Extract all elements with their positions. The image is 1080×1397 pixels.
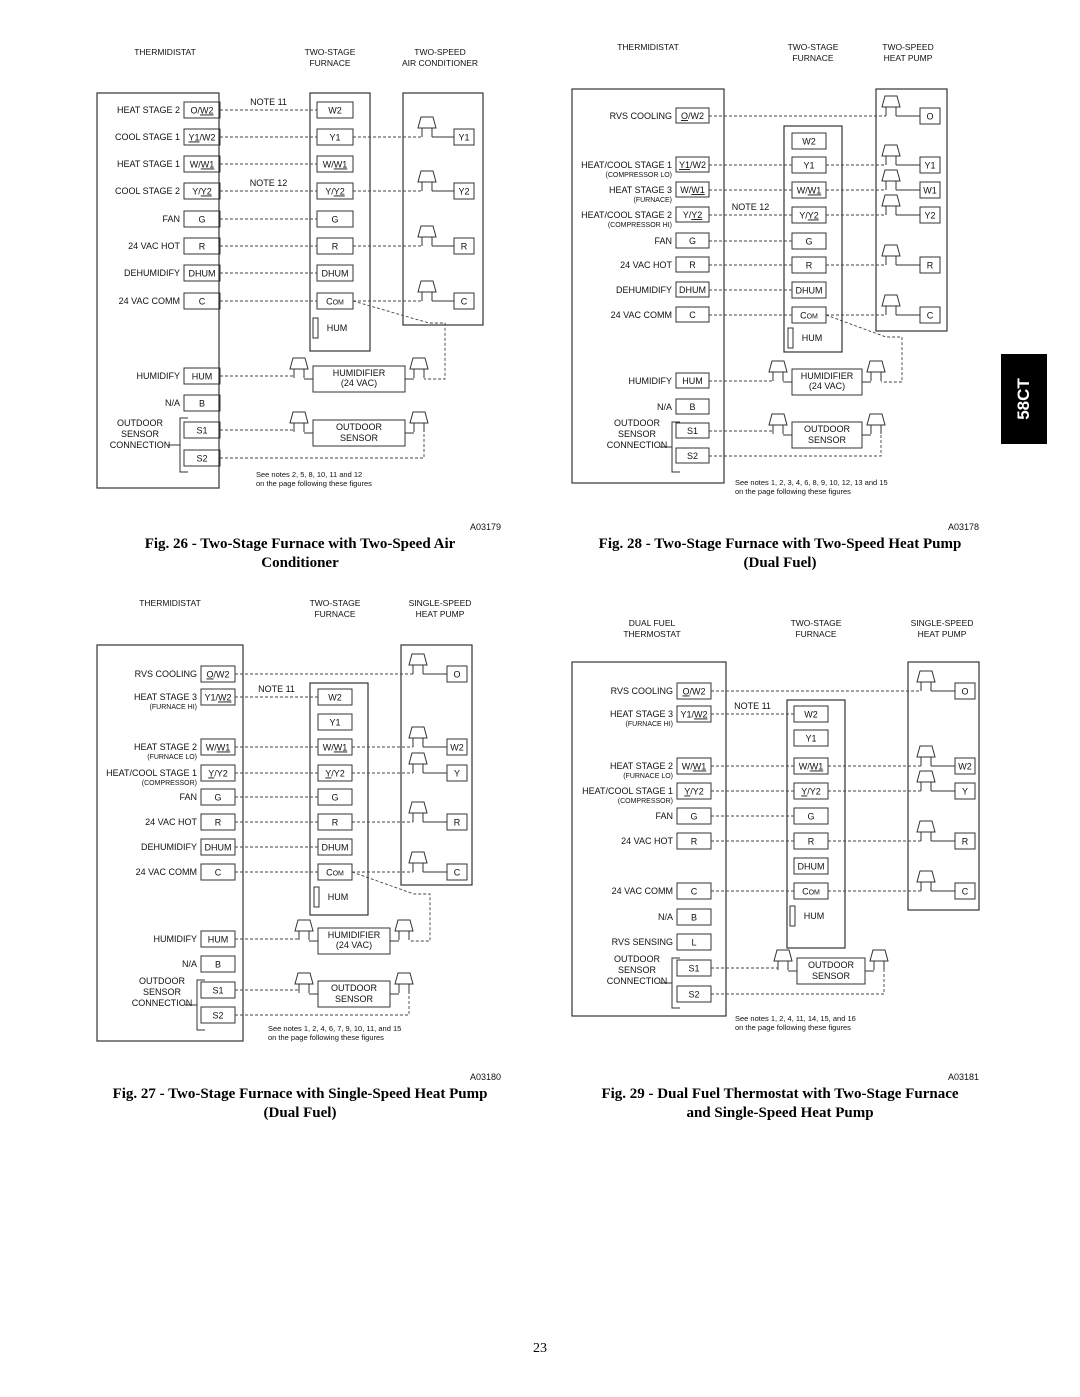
outdoor-terminal-y-label: Y	[962, 787, 968, 797]
thermostat-terminal-y-y2-label: Y/Y2	[684, 787, 704, 797]
figure-27-id: A03180	[470, 1072, 502, 1082]
furnace-terminal-w2-label: W2	[804, 710, 818, 720]
connector-plug-icon	[916, 670, 936, 683]
thermostat-terminal-l-label: L	[691, 938, 696, 948]
connector-plug-icon	[773, 949, 793, 962]
wire-s1-to-sensor	[711, 967, 779, 970]
furnace-terminal-y-y2-label: Y/Y2	[801, 787, 821, 797]
thermostat-header: THERMOSTAT	[623, 629, 680, 639]
figure-notes: See notes 1, 2, 4, 11, 14, 15, and 16	[735, 1014, 856, 1023]
thermostat-terminal-s2-label: S2	[688, 990, 699, 1000]
outdoor-sensor-connection-label: SENSOR	[618, 965, 657, 975]
figure-notes: on the page following these figures	[735, 1023, 851, 1032]
caption-line-1: Fig. 26 - Two-Stage Furnace with Two-Spe…	[144, 536, 456, 552]
thermostat-function-label: HEAT/COOL STAGE 1	[582, 786, 673, 796]
outdoor-terminal-w2-label: W2	[958, 762, 972, 772]
connector-plug-icon	[916, 745, 936, 758]
figure-28-caption: Fig. 28 - Two-Stage Furnace with Two-Spe…	[570, 535, 990, 573]
connector-plug-icon	[916, 870, 936, 883]
connector-plug-icon	[916, 770, 936, 783]
outdoor-sensor-connection-label: OUTDOOR	[614, 954, 660, 964]
outdoor-terminal-o-label: O	[961, 687, 968, 697]
outdoor-sensor-label: SENSOR	[812, 971, 851, 981]
outdoor-terminal-r-label: R	[962, 837, 969, 847]
caption-line-1: Fig. 27 - Two-Stage Furnace with Single-…	[112, 1086, 488, 1102]
thermostat-function-label: RVS SENSING	[612, 937, 673, 947]
thermostat-function-label: 24 VAC HOT	[621, 836, 673, 846]
thermostat-function-sublabel: (COMPRESSOR)	[618, 798, 673, 805]
figure-27-caption: Fig. 27 - Two-Stage Furnace with Single-…	[90, 1085, 510, 1123]
sensor-connection-bracket	[671, 957, 680, 1009]
furnace-terminal-dhum-label: DHUM	[798, 862, 825, 872]
furnace-hum-slot	[789, 905, 796, 927]
thermostat-terminal-c-label: C	[691, 887, 698, 897]
furnace-terminal-w-w1-label: W/W1	[799, 762, 824, 772]
figure-29-id: A03181	[948, 1072, 980, 1082]
thermostat-terminal-s1-label: S1	[688, 964, 699, 974]
thermostat-terminal-b-label: B	[691, 913, 697, 923]
wiring-note: NOTE 11	[734, 701, 771, 711]
thermostat-function-sublabel: (FURNACE LO)	[623, 773, 673, 780]
furnace-terminal-r-label: R	[808, 837, 815, 847]
outdoor-sensor-connection-label: CONNECTION	[607, 976, 668, 986]
thermostat-function-label: 24 VAC COMM	[612, 886, 673, 896]
thermostat-header: DUAL FUEL	[629, 618, 676, 628]
thermostat-function-label: N/A	[658, 912, 673, 922]
figure-29-wiring-diagram: DUAL FUELTHERMOSTAT TWO-STAGEFURNACE SINGL…	[571, 618, 980, 1032]
outdoor-sensor-label: OUTDOOR	[808, 960, 854, 970]
outdoor-terminal-c-label: C	[962, 887, 969, 897]
thermostat-function-label: RVS COOLING	[611, 686, 673, 696]
furnace-terminal-y1-label: Y1	[805, 734, 816, 744]
figure-28-id: A03178	[948, 522, 980, 532]
outdoor-unit-header: HEAT PUMP	[918, 629, 967, 639]
furnace-terminal-com-label: COM	[802, 887, 820, 897]
thermostat-function-label: HEAT STAGE 2	[610, 761, 673, 771]
thermostat-terminal-o-w2-label: O/W2	[682, 687, 705, 697]
furnace-terminal-g-label: G	[807, 812, 814, 822]
caption-line-2: (Dual Fuel)	[743, 555, 817, 571]
caption-line-2: (Dual Fuel)	[263, 1105, 337, 1121]
figure-26-caption: Fig. 26 - Two-Stage Furnace with Two-Spe…	[90, 535, 510, 573]
thermostat-function-sublabel: (FURNACE HI)	[626, 721, 673, 728]
outdoor-unit-header: SINGLE-SPEED	[911, 618, 974, 628]
thermostat-terminal-r-label: R	[691, 837, 698, 847]
page-number: 23	[533, 1341, 547, 1356]
caption-line-2: Conditioner	[261, 555, 339, 571]
connector-plug-icon	[916, 820, 936, 833]
thermostat-terminal-g-label: G	[690, 812, 697, 822]
caption-line-2: and Single-Speed Heat Pump	[686, 1105, 874, 1121]
furnace-hum-label: HUM	[804, 911, 825, 921]
caption-line-1: Fig. 29 - Dual Fuel Thermostat with Two-…	[601, 1086, 959, 1102]
thermostat-terminal-w-w1-label: W/W1	[682, 762, 707, 772]
thermostat-terminal-y1-w2-label: Y1/W2	[680, 710, 707, 720]
furnace-header: FURNACE	[795, 629, 836, 639]
connector-plug-icon	[869, 949, 889, 962]
thermostat-function-label: HEAT STAGE 3	[610, 709, 673, 719]
figure-26-id: A03179	[470, 522, 502, 532]
thermostat-function-label: FAN	[655, 811, 673, 821]
caption-line-1: Fig. 28 - Two-Stage Furnace with Two-Spe…	[598, 536, 962, 552]
figure-29-caption: Fig. 29 - Dual Fuel Thermostat with Two-…	[570, 1085, 990, 1123]
furnace-header: TWO-STAGE	[791, 618, 842, 628]
